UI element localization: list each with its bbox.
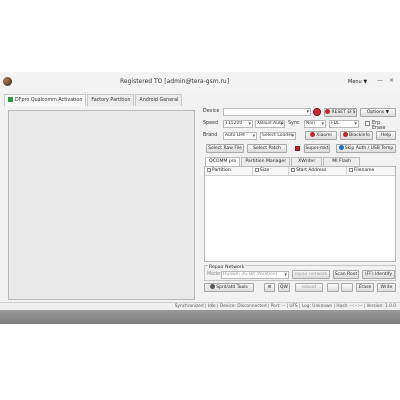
protocol-select[interactable]: FDL bbox=[329, 120, 359, 128]
disabled-button-1[interactable] bbox=[327, 283, 339, 292]
xiaomi-label: Xiaomi bbox=[316, 133, 332, 138]
reboot-button[interactable]: reboot bbox=[295, 283, 323, 292]
status-text: Synchronized | Idle | Device: Disconnect… bbox=[174, 304, 396, 309]
help-button[interactable]: Help bbox=[376, 131, 396, 140]
status-bar: Synchronized | Idle | Device: Disconnect… bbox=[0, 302, 400, 310]
sync-select[interactable]: Non bbox=[304, 120, 326, 128]
col-start-address[interactable]: Start Address bbox=[289, 167, 347, 176]
tab-mi-flash[interactable]: MI Flash bbox=[323, 157, 361, 166]
speed-select[interactable]: 115200 bbox=[223, 120, 253, 128]
options-button[interactable]: Options ▼ bbox=[360, 108, 396, 117]
tab-label: DFpro Qualcomm Activation bbox=[15, 98, 83, 103]
log-panel[interactable] bbox=[8, 110, 195, 300]
sprd-tools-button[interactable]: Sprd/atd Tools bbox=[204, 283, 254, 292]
qualcomm-icon bbox=[8, 96, 13, 102]
app-logo-icon bbox=[3, 77, 12, 86]
erase-button[interactable]: Erase bbox=[356, 283, 374, 292]
disabled-button-2[interactable] bbox=[341, 283, 353, 292]
skip-auth-icon bbox=[338, 145, 344, 150]
skip-auth-button[interactable]: Skip Auth / USB Temp bbox=[336, 144, 396, 153]
col-start-address-label: Start Address bbox=[296, 168, 327, 173]
identify-button[interactable]: (FF) Identify bbox=[362, 270, 395, 279]
reset-efs-icon bbox=[325, 109, 331, 114]
loader-select[interactable]: Select Loader bbox=[260, 132, 296, 140]
col-filename-label: Filename bbox=[354, 168, 375, 173]
tab-factory-partition[interactable]: Factory Partition bbox=[87, 94, 135, 106]
select-patch-button[interactable]: Select Patch bbox=[247, 144, 287, 153]
repair-mode-select[interactable]: Huawei 3G Bit (Nvation) bbox=[221, 271, 289, 279]
left-tabs: DFpro Qualcomm Activation Factory Partit… bbox=[4, 94, 183, 106]
repair-network-title: Repair Network bbox=[208, 265, 246, 270]
taskbar-strip bbox=[0, 310, 400, 324]
app-window: Registered TO [admin@tera-gsm.ru] Menu ▼… bbox=[0, 72, 400, 324]
select-all-checkbox[interactable] bbox=[207, 167, 211, 172]
super-mkt-button[interactable]: Super-mkt bbox=[304, 144, 330, 153]
brand-label: Brand bbox=[203, 133, 218, 138]
partition-table[interactable]: Partition Size Start Address Filename bbox=[204, 166, 396, 262]
sprd-tools-label: Sprd/atd Tools bbox=[216, 285, 248, 290]
col-partition[interactable]: Partition bbox=[205, 167, 253, 176]
settings-icon[interactable]: ⚙ bbox=[264, 283, 275, 292]
col-size-label: Size bbox=[260, 168, 270, 173]
write-button[interactable]: Write bbox=[377, 283, 396, 292]
xiaomi-icon bbox=[310, 132, 316, 137]
menu-button[interactable]: Menu ▼ bbox=[348, 79, 367, 85]
xiaomi-button[interactable]: Xiaomi bbox=[305, 131, 337, 140]
size-checkbox[interactable] bbox=[255, 167, 259, 172]
reset-efs-label: RESET EFS bbox=[331, 110, 356, 115]
blockinfo-label: BlockInfo bbox=[349, 133, 370, 138]
stop-icon[interactable] bbox=[313, 108, 321, 116]
repair-network-group: Repair Network Mode: Huawei 3G Bit (Nvat… bbox=[204, 265, 396, 281]
blockinfo-icon bbox=[343, 132, 349, 137]
address-checkbox[interactable] bbox=[291, 167, 295, 172]
super-icon bbox=[295, 146, 300, 151]
window-title: Registered TO [admin@tera-gsm.ru] bbox=[120, 78, 230, 85]
scan-root-button[interactable]: Scan Root bbox=[333, 270, 359, 279]
brand-select[interactable]: Auto Det bbox=[223, 132, 257, 140]
qw-button[interactable]: QW bbox=[278, 283, 290, 292]
tab-dfpro-qualcomm-activation[interactable]: DFpro Qualcomm Activation bbox=[4, 94, 87, 106]
tab-xwriter[interactable]: XWriter bbox=[291, 157, 323, 166]
col-partition-label: Partition bbox=[212, 168, 231, 173]
erp-erase-label: Erp Erase bbox=[372, 121, 386, 131]
tab-android-general[interactable]: Android General bbox=[135, 94, 183, 106]
reset-efs-button[interactable]: RESET EFS bbox=[324, 108, 357, 117]
erp-erase-checkbox[interactable] bbox=[365, 121, 370, 126]
function-tabs: QCOMM pro Partition Manager XWriter MI F… bbox=[205, 157, 361, 166]
mode-label: Mode: bbox=[207, 272, 222, 277]
col-size[interactable]: Size bbox=[253, 167, 289, 176]
sync-label: Sync bbox=[288, 121, 300, 126]
sprd-tools-icon bbox=[210, 284, 216, 289]
device-label: Device bbox=[203, 109, 220, 114]
xbaud-select[interactable]: XBaud:Auto bbox=[255, 120, 285, 128]
table-header: Partition Size Start Address Filename bbox=[205, 167, 395, 176]
minimize-icon[interactable]: — bbox=[377, 78, 383, 84]
select-raw-file-button[interactable]: Select Raw File bbox=[206, 144, 244, 153]
speed-label: Speed bbox=[203, 121, 219, 126]
close-icon[interactable]: × bbox=[389, 78, 394, 84]
device-select[interactable] bbox=[223, 108, 311, 116]
col-filename[interactable]: Filename bbox=[347, 167, 395, 176]
blockinfo-button[interactable]: BlockInfo bbox=[340, 131, 373, 140]
skip-auth-label: Skip Auth / USB Temp bbox=[344, 146, 394, 151]
repair-network-button[interactable]: repair network bbox=[292, 270, 330, 279]
title-bar: Registered TO [admin@tera-gsm.ru] Menu ▼… bbox=[0, 72, 400, 92]
filename-checkbox[interactable] bbox=[349, 167, 353, 172]
tab-qcomm-pro[interactable]: QCOMM pro bbox=[205, 157, 241, 166]
tab-partition-manager[interactable]: Partition Manager bbox=[241, 157, 291, 166]
